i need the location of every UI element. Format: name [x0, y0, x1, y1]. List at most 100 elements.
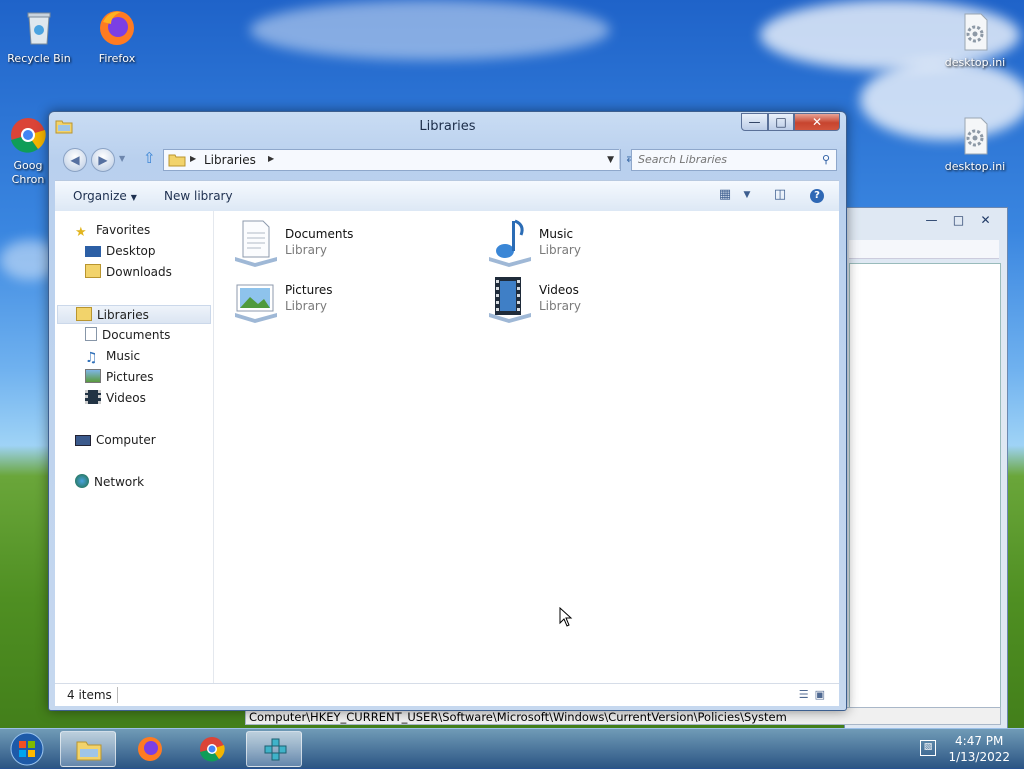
nav-label: Music — [106, 349, 141, 363]
library-item-documents[interactable]: Documents Library — [231, 217, 451, 267]
nav-label: Downloads — [106, 265, 172, 279]
taskbar-regedit[interactable] — [246, 731, 302, 767]
forward-arrow-icon: ▶ — [98, 153, 108, 167]
search-icon[interactable]: ⚲ — [822, 153, 830, 166]
music-note-icon: ♫ — [85, 350, 98, 366]
address-bar[interactable]: ▶ Libraries ▶ ▼ — [163, 149, 621, 171]
desktop-icon-label: desktop.ini — [944, 160, 1006, 173]
nav-documents[interactable]: Documents — [85, 326, 170, 345]
forward-button[interactable]: ▶ — [91, 148, 115, 172]
film-icon — [85, 390, 101, 404]
maximize-button[interactable]: □ — [768, 113, 794, 131]
taskbar-firefox[interactable] — [122, 731, 178, 767]
nav-music[interactable]: ♫ Music — [85, 347, 140, 366]
more-options-chevron-icon[interactable]: ▼ — [737, 190, 757, 208]
close-button[interactable]: ✕ — [794, 113, 840, 131]
network-status-icon[interactable]: ▧ — [920, 740, 936, 756]
breadcrumb-chevron-icon[interactable]: ▶ — [190, 154, 196, 163]
minimize-button[interactable]: — — [918, 211, 945, 229]
minimize-button[interactable]: — — [741, 113, 768, 131]
desktop-icon-firefox[interactable]: Firefox — [80, 8, 154, 65]
breadcrumb-libraries[interactable]: Libraries — [204, 153, 256, 167]
nav-downloads[interactable]: Downloads — [85, 263, 172, 282]
nav-label: Documents — [102, 328, 171, 342]
library-type: Library — [539, 299, 581, 313]
library-name: Pictures — [285, 283, 333, 297]
maximize-button[interactable]: □ — [945, 211, 972, 229]
background-window-pane[interactable] — [849, 263, 1001, 725]
library-name: Music — [539, 227, 574, 241]
large-icons-view-icon[interactable]: ▣ — [815, 688, 831, 701]
nav-label: Pictures — [106, 370, 154, 384]
window-controls: — □ ✕ — [741, 113, 840, 131]
search-input[interactable] — [632, 150, 814, 169]
command-bar: Organize ▼ New library ▦ ▼ ◫ ? — [55, 180, 839, 212]
clock[interactable]: 4:47 PM 1/13/2022 — [948, 733, 1010, 765]
taskbar-explorer[interactable] — [60, 731, 116, 767]
documents-library-icon — [235, 220, 277, 267]
taskbar: ▧ 4:47 PM 1/13/2022 — [0, 728, 1024, 769]
organize-button[interactable]: Organize ▼ — [73, 189, 137, 203]
title-bar[interactable]: Libraries — □ ✕ — [49, 112, 846, 142]
up-arrow-icon[interactable]: ⇧ — [143, 149, 156, 167]
library-item-music[interactable]: Music Library — [485, 217, 705, 267]
nav-label: Videos — [106, 391, 146, 405]
nav-label: Desktop — [106, 244, 156, 258]
libraries-icon — [76, 307, 92, 321]
new-library-button[interactable]: New library — [164, 189, 233, 203]
desktop-icon-label: desktop.ini — [944, 56, 1006, 69]
network-icon — [75, 474, 89, 488]
desktop-icon — [85, 246, 101, 257]
clock-time: 4:47 PM — [955, 734, 1004, 748]
chrome-icon — [8, 115, 48, 155]
background-window-menubar — [849, 240, 999, 259]
address-dropdown-icon[interactable]: ▼ — [607, 155, 614, 165]
nav-computer[interactable]: Computer — [75, 431, 156, 450]
explorer-window[interactable]: Libraries — □ ✕ ◀ ▶ ▼ ⇧ ▶ Libraries ▶ ▼ … — [48, 111, 847, 711]
details-view-icon[interactable]: ☰ — [799, 688, 815, 701]
music-library-icon — [489, 219, 531, 267]
document-icon — [85, 327, 97, 341]
start-orb-icon[interactable] — [4, 730, 50, 768]
recycle-bin-icon — [19, 8, 59, 48]
navigation-pane[interactable]: ★ Favorites Desktop Downloads Libraries D… — [55, 211, 214, 683]
desktop-icon-desktop-ini-2[interactable]: desktop.ini — [938, 116, 1012, 173]
item-count: 4 items — [67, 688, 112, 702]
desktop-icon-desktop-ini-1[interactable]: desktop.ini — [938, 12, 1012, 69]
settings-file-icon — [955, 12, 995, 52]
nav-favorites[interactable]: ★ Favorites — [75, 221, 150, 240]
settings-file-icon — [955, 116, 995, 156]
star-icon: ★ — [75, 225, 87, 240]
nav-videos[interactable]: Videos — [85, 389, 146, 408]
clock-date: 1/13/2022 — [948, 750, 1010, 764]
library-item-pictures[interactable]: Pictures Library — [231, 273, 451, 323]
nav-pictures[interactable]: Pictures — [85, 368, 154, 387]
back-button[interactable]: ◀ — [63, 148, 87, 172]
help-icon[interactable]: ? — [807, 187, 827, 205]
mouse-cursor-icon — [559, 607, 573, 627]
recent-pages-dropdown[interactable]: ▼ — [119, 154, 125, 163]
desktop-icon-recycle-bin[interactable]: Recycle Bin — [2, 8, 76, 65]
registry-editor-icon — [264, 738, 287, 761]
pictures-library-icon — [235, 284, 277, 323]
change-view-icon[interactable]: ▦ — [715, 187, 735, 205]
preview-pane-icon[interactable]: ◫ — [770, 187, 790, 205]
library-name: Videos — [539, 283, 579, 297]
nav-label: Libraries — [97, 308, 149, 322]
close-button[interactable]: ✕ — [972, 211, 999, 229]
background-window[interactable]: — □ ✕ — [844, 207, 1008, 729]
status-divider — [117, 687, 118, 703]
nav-network[interactable]: Network — [75, 473, 144, 492]
background-window-controls: — □ ✕ — [918, 211, 999, 229]
navigation-bar: ◀ ▶ ▼ ⇧ ▶ Libraries ▶ ▼ ⇄ ⚲ — [57, 147, 837, 173]
breadcrumb-chevron-icon[interactable]: ▶ — [268, 154, 274, 163]
nav-desktop[interactable]: Desktop — [85, 242, 156, 261]
firefox-icon — [138, 737, 162, 761]
library-type: Library — [539, 243, 581, 257]
library-item-videos[interactable]: Videos Library — [485, 273, 705, 323]
library-type: Library — [285, 299, 327, 313]
status-bar: 4 items ☰▣ — [55, 683, 839, 706]
search-box[interactable]: ⚲ — [631, 149, 837, 171]
taskbar-chrome[interactable] — [184, 731, 240, 767]
nav-libraries[interactable]: Libraries — [57, 305, 211, 324]
